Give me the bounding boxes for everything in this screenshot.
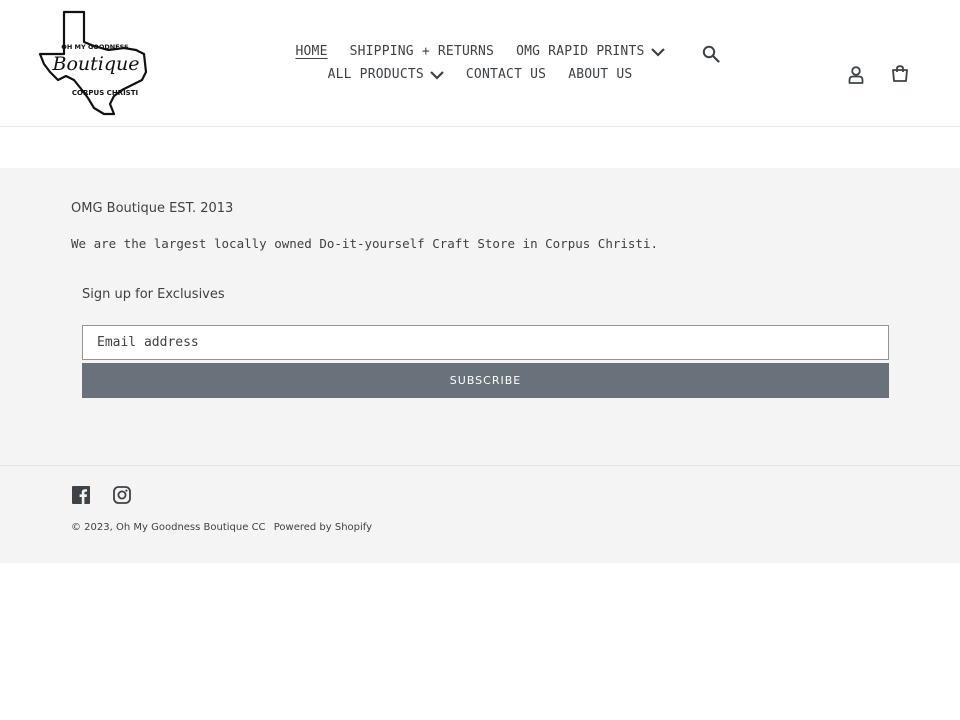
facebook-icon: [72, 486, 90, 504]
powered-by-link[interactable]: Powered by Shopify: [274, 522, 372, 533]
nav-shipping-returns[interactable]: SHIPPING + RETURNS: [350, 44, 494, 59]
search-button[interactable]: [700, 43, 722, 65]
logo-line1: OH MY GOODNESS: [61, 43, 129, 51]
copyright: © 2023, Oh My Goodness Boutique CC Power…: [71, 522, 372, 533]
footer-title: OMG Boutique EST. 2013: [71, 201, 234, 216]
logo-line2: Boutique: [52, 53, 140, 75]
subscribe-button[interactable]: SUBSCRIBE: [82, 363, 889, 398]
chevron-down-icon: [650, 47, 665, 57]
search-icon: [702, 45, 720, 63]
instagram-icon: [113, 486, 131, 504]
nav-omg-rapid-prints[interactable]: OMG RAPID PRINTS: [516, 44, 665, 59]
account-button[interactable]: [846, 64, 866, 86]
store-logo[interactable]: OH MY GOODNESS Boutique CORPUS CHRISTI: [38, 10, 152, 116]
user-icon: [848, 66, 864, 84]
chevron-down-icon: [430, 70, 444, 80]
nav-home[interactable]: HOME: [295, 44, 327, 59]
nav-row-2: ALL PRODUCTS CONTACT US ABOUT US: [290, 63, 670, 86]
nav-about-us[interactable]: ABOUT US: [568, 67, 632, 82]
main-navigation: HOME SHIPPING + RETURNS OMG RAPID PRINTS…: [290, 40, 670, 86]
email-input[interactable]: [82, 325, 889, 360]
footer-divider: [0, 465, 960, 466]
site-header: OH MY GOODNESS Boutique CORPUS CHRISTI H…: [0, 0, 960, 127]
copyright-prefix: © 2023,: [71, 522, 113, 533]
newsletter-heading: Sign up for Exclusives: [82, 287, 225, 302]
cart-icon: [892, 65, 908, 82]
footer-description: We are the largest locally owned Do-it-y…: [71, 236, 658, 251]
facebook-link[interactable]: [71, 485, 91, 505]
nav-all-products[interactable]: ALL PRODUCTS: [328, 67, 444, 82]
logo-line3: CORPUS CHRISTI: [72, 89, 138, 97]
instagram-link[interactable]: [112, 485, 132, 505]
nav-row-1: HOME SHIPPING + RETURNS OMG RAPID PRINTS: [290, 40, 670, 63]
nav-contact-us[interactable]: CONTACT US: [466, 67, 546, 82]
site-footer: OMG Boutique EST. 2013 We are the larges…: [0, 168, 960, 563]
store-name-link[interactable]: Oh My Goodness Boutique CC: [116, 522, 266, 533]
cart-button[interactable]: [889, 63, 911, 85]
